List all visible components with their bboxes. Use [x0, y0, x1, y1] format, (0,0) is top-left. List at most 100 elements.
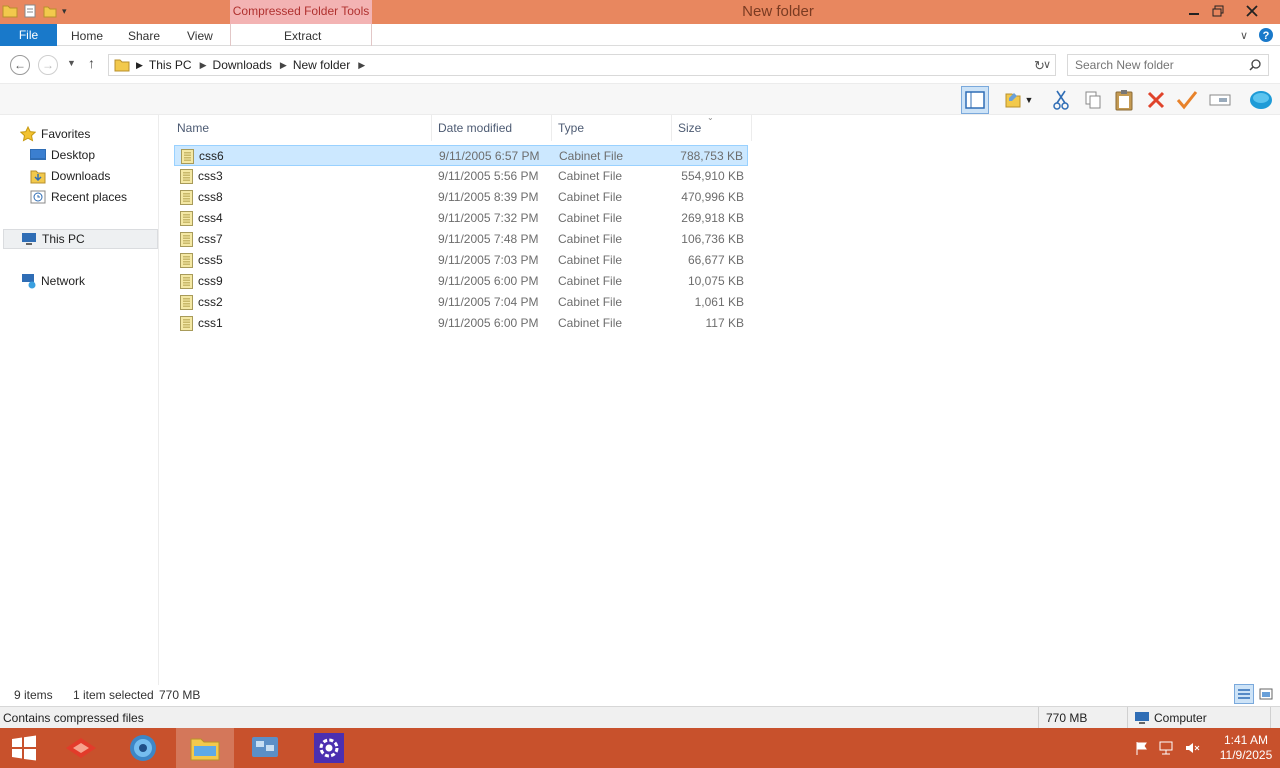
file-date: 9/11/2005 6:00 PM	[438, 316, 539, 330]
details-view-icon	[1238, 689, 1250, 699]
search-box[interactable]	[1067, 54, 1269, 76]
dropdown-icon: ▼	[1024, 95, 1034, 105]
breadcrumb-downloads[interactable]: Downloads ▶	[213, 58, 287, 72]
copy-button[interactable]	[1079, 86, 1107, 114]
preview-pane-icon	[965, 91, 985, 109]
selection-count: 1 item selected	[73, 688, 154, 702]
preview-pane-button[interactable]	[961, 86, 989, 114]
search-icon[interactable]	[1249, 59, 1261, 71]
recent-locations-icon[interactable]: ▼	[67, 58, 76, 68]
action-center-flag-icon[interactable]	[1134, 740, 1150, 756]
cabinet-file-icon	[180, 253, 193, 268]
file-size: 10,075 KB	[687, 274, 744, 288]
new-folder-icon[interactable]	[42, 3, 58, 19]
breadcrumb-separator-icon: ▶	[279, 59, 287, 70]
file-row[interactable]: css4 9/11/2005 7:32 PM Cabinet File 269,918…	[174, 208, 748, 229]
file-row[interactable]: css6 9/11/2005 6:57 PM Cabinet File 788,753…	[174, 145, 748, 166]
file-row[interactable]: css7 9/11/2005 7:48 PM Cabinet File 106,736…	[174, 229, 748, 250]
taskbar-app-network[interactable]	[236, 728, 294, 768]
file-row[interactable]: css3 9/11/2005 5:56 PM Cabinet File 554,910…	[174, 166, 748, 187]
breadcrumb-thispc[interactable]: This PC ▶	[149, 58, 207, 72]
network-connections-icon	[252, 737, 278, 757]
column-header-date[interactable]: Date modified	[432, 115, 552, 141]
back-button[interactable]: ←	[10, 55, 30, 75]
quick-access-toolbar: ▾	[2, 3, 67, 19]
sort-arrow-icon: ⌄	[707, 113, 714, 122]
file-row[interactable]: css9 9/11/2005 6:00 PM Cabinet File 10,075 …	[174, 271, 748, 292]
cut-button[interactable]	[1047, 86, 1075, 114]
column-header-name[interactable]: Name	[171, 115, 432, 141]
rename-button[interactable]	[1173, 86, 1201, 114]
file-size: 106,736 KB	[681, 232, 744, 246]
nav-label: Network	[41, 274, 86, 288]
properties-icon	[1005, 93, 1021, 108]
breadcrumb-new-folder[interactable]: New folder ▶	[293, 58, 365, 72]
clock-date: 11/9/2025	[1219, 748, 1273, 762]
file-size: 117 KB	[705, 316, 744, 330]
properties-button[interactable]: ▼	[998, 86, 1038, 114]
computer-icon	[22, 233, 36, 245]
file-size: 1,061 KB	[694, 295, 744, 309]
expand-ribbon-icon[interactable]: ∨	[1240, 29, 1248, 42]
tab-home[interactable]: Home	[71, 24, 103, 46]
close-button[interactable]	[1236, 0, 1268, 22]
tab-extract[interactable]: Extract	[284, 24, 321, 46]
volume-muted-icon[interactable]	[1184, 740, 1200, 756]
properties-icon[interactable]	[22, 3, 38, 19]
file-type: Cabinet File	[558, 232, 623, 246]
help-icon[interactable]: ?	[1258, 27, 1274, 43]
address-bar[interactable]: ▶ This PC ▶ Downloads ▶ New folder ▶ ∨	[108, 54, 1056, 76]
nav-this-pc[interactable]: This PC	[3, 229, 158, 249]
file-date: 9/11/2005 7:04 PM	[438, 295, 539, 309]
window-title: New folder	[742, 3, 814, 20]
navigation-pane: Favorites Desktop Downloads Recent place…	[0, 115, 159, 685]
refresh-icon[interactable]: ↻	[1034, 58, 1045, 74]
tab-share[interactable]: Share	[128, 24, 160, 46]
select-button[interactable]	[1206, 86, 1234, 114]
restore-button[interactable]	[1202, 0, 1234, 22]
file-name: css1	[198, 316, 223, 330]
taskbar-app-red[interactable]	[52, 728, 110, 768]
tab-view[interactable]: View	[187, 24, 213, 46]
cabinet-file-icon	[180, 169, 193, 184]
nav-downloads[interactable]: Downloads	[30, 166, 110, 186]
nav-desktop[interactable]: Desktop	[30, 145, 95, 165]
nav-label: Favorites	[41, 127, 91, 141]
file-row[interactable]: css5 9/11/2005 7:03 PM Cabinet File 66,677 …	[174, 250, 748, 271]
taskbar-app-file-explorer[interactable]	[176, 728, 234, 768]
nav-network[interactable]: Network	[20, 271, 85, 291]
globe-button[interactable]	[1247, 86, 1275, 114]
paste-button[interactable]	[1110, 86, 1138, 114]
breadcrumb-separator-icon: ▶	[358, 59, 366, 70]
file-row[interactable]: css8 9/11/2005 8:39 PM Cabinet File 470,996…	[174, 187, 748, 208]
file-row[interactable]: css1 9/11/2005 6:00 PM Cabinet File 117 KB	[174, 313, 748, 334]
scissors-icon	[1053, 90, 1069, 110]
cabinet-file-icon	[180, 232, 193, 247]
cabinet-file-icon	[180, 190, 193, 205]
file-size: 470,996 KB	[681, 190, 744, 204]
details-view-button[interactable]	[1234, 684, 1254, 704]
status-bar: 9 items 1 item selected 770 MB	[0, 685, 1280, 705]
nav-recent-places[interactable]: Recent places	[30, 187, 127, 207]
taskbar-app-browser[interactable]	[114, 728, 172, 768]
file-row[interactable]: css2 9/11/2005 7:04 PM Cabinet File 1,061 K…	[174, 292, 748, 313]
minimize-icon	[1189, 13, 1199, 15]
up-arrow-icon[interactable]: ↑	[88, 55, 95, 71]
search-input[interactable]	[1068, 55, 1238, 75]
large-icons-view-button[interactable]	[1256, 684, 1276, 704]
clock[interactable]: 1:41 AM 11/9/2025	[1216, 733, 1276, 763]
start-button[interactable]	[0, 728, 48, 768]
column-header-size[interactable]: Size ⌄	[672, 113, 752, 141]
file-date: 9/11/2005 6:57 PM	[439, 149, 540, 163]
column-header-type[interactable]: Type	[552, 115, 672, 141]
customize-qat-icon[interactable]: ▾	[62, 6, 67, 17]
taskbar-app-settings[interactable]	[300, 728, 358, 768]
network-status-icon[interactable]	[1158, 740, 1176, 756]
file-name: css6	[199, 149, 224, 163]
delete-button[interactable]	[1142, 86, 1170, 114]
tab-file[interactable]: File	[0, 24, 57, 46]
file-type: Cabinet File	[558, 274, 623, 288]
nav-favorites[interactable]: Favorites	[20, 124, 90, 144]
forward-button[interactable]: →	[38, 55, 58, 75]
system-tray: 1:41 AM 11/9/2025	[1134, 728, 1280, 768]
